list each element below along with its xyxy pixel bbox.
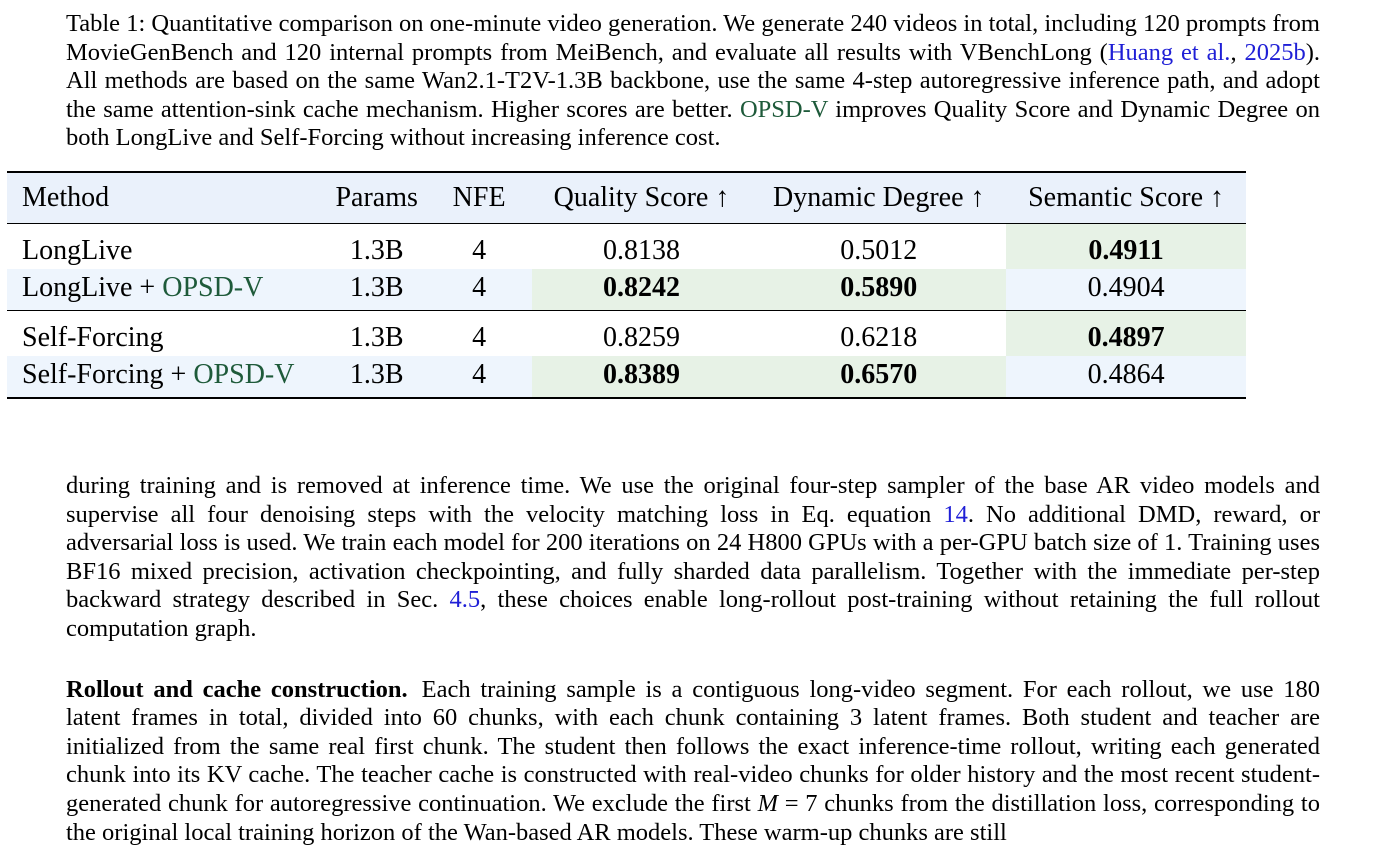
- header-params: Params: [335, 182, 418, 213]
- method-name: OPSD-V: [739, 95, 828, 123]
- cell-method: LongLive + OPSD-V: [22, 271, 264, 303]
- cell-params: 1.3B: [349, 358, 404, 390]
- table-group-longlive: LongLive 1.3B 4 0.8138 0.5012 0.4911 Lon…: [7, 223, 1246, 311]
- cell-params: 1.3B: [349, 271, 404, 303]
- cell-dynamic: 0.5012: [840, 234, 918, 266]
- cell-method: LongLive: [22, 234, 133, 266]
- method-suffix: OPSD-V: [162, 271, 264, 303]
- cell-nfe: 4: [472, 271, 487, 303]
- cell-dynamic: 0.6570: [751, 356, 1007, 398]
- header-nfe: NFE: [452, 182, 506, 213]
- cell-semantic: 0.4864: [1087, 358, 1165, 390]
- cell-nfe: 4: [472, 358, 487, 390]
- cell-semantic: 0.4904: [1087, 271, 1165, 303]
- header-semantic: Semantic Score ↑: [1028, 182, 1225, 213]
- cell-params: 1.3B: [349, 321, 404, 353]
- paragraph-rollout: Rollout and cache construction. Each trai…: [66, 675, 1320, 846]
- header-method: Method: [22, 182, 110, 213]
- table-caption: Table 1: Quantitative comparison on one-…: [66, 10, 1321, 152]
- section-ref-link[interactable]: 4.5: [449, 586, 480, 613]
- paragraph-training: during training and is removed at infere…: [66, 472, 1320, 642]
- cell-quality: 0.8389: [531, 356, 752, 398]
- citation-link[interactable]: Huang et al.: [1108, 39, 1231, 66]
- cell-nfe: 4: [472, 234, 487, 266]
- cell-dynamic: 0.5890: [751, 269, 1007, 311]
- header-quality: Quality Score ↑: [553, 182, 730, 213]
- equation-ref-link[interactable]: 14: [943, 501, 968, 528]
- table-header-row: Method Params NFE Quality Score ↑ Dynami…: [7, 172, 1246, 224]
- citation-year-link[interactable]: 2025b: [1244, 39, 1305, 66]
- table-group-self-forcing: Self-Forcing 1.3B 4 0.8259 0.6218 0.4897…: [7, 310, 1246, 398]
- table-row: Self-Forcing 1.3B 4 0.8259 0.6218 0.4897: [7, 310, 1246, 356]
- table-row: LongLive 1.3B 4 0.8138 0.5012 0.4911: [7, 223, 1246, 269]
- caption-label: Table 1:: [66, 10, 146, 37]
- method-suffix: OPSD-V: [193, 358, 295, 390]
- cell-semantic: 0.4897: [1006, 310, 1246, 356]
- results-table-container: Method Params NFE Quality Score ↑ Dynami…: [7, 171, 1246, 399]
- cell-quality: 0.8138: [602, 234, 680, 266]
- header-dynamic: Dynamic Degree ↑: [773, 182, 985, 213]
- cell-quality: 0.8259: [602, 321, 680, 353]
- table-row: Self-Forcing + OPSD-V 1.3B 4 0.8389 0.65…: [7, 356, 1246, 398]
- body-text: during training and is removed at infere…: [66, 472, 1320, 847]
- cell-quality: 0.8242: [531, 269, 752, 311]
- math-variable: M: [757, 789, 779, 817]
- cell-params: 1.3B: [349, 234, 404, 266]
- cell-dynamic: 0.6218: [840, 321, 918, 353]
- table-row: LongLive + OPSD-V 1.3B 4 0.8242 0.5890 0…: [7, 269, 1246, 311]
- cell-method: Self-Forcing + OPSD-V: [22, 358, 295, 390]
- cell-semantic: 0.4911: [1006, 223, 1246, 269]
- cell-nfe: 4: [472, 321, 487, 353]
- cell-method: Self-Forcing: [22, 321, 164, 353]
- paper-page: Table 1: Quantitative comparison on one-…: [66, 10, 1320, 153]
- results-table: Method Params NFE Quality Score ↑ Dynami…: [7, 171, 1246, 399]
- paragraph-title: Rollout and cache construction.: [66, 675, 408, 703]
